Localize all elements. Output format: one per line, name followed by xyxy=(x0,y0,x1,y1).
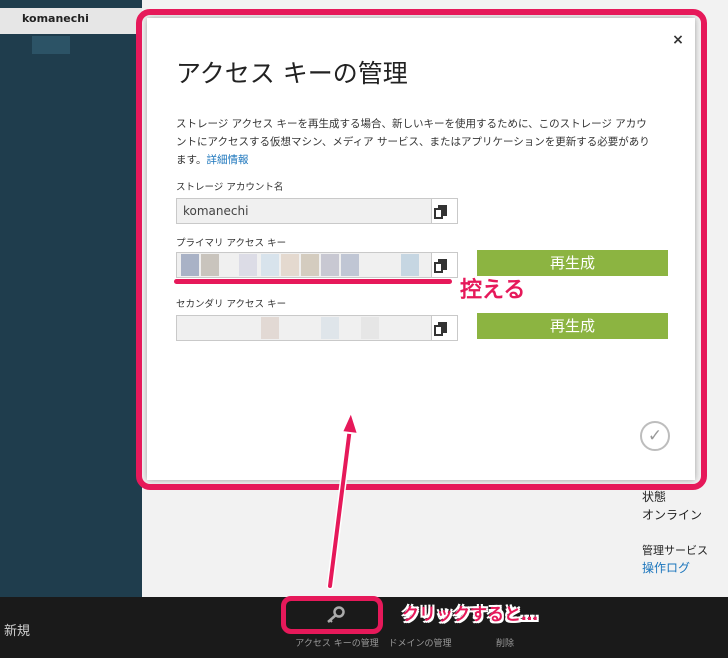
highlight-primary-key-underline xyxy=(174,279,452,284)
managed-services-label: 管理サービス xyxy=(642,544,708,557)
operation-log-link[interactable]: 操作ログ xyxy=(642,559,690,576)
manage-access-keys-button[interactable]: アクセス キーの管理 xyxy=(292,636,382,649)
annotation-copy-note: 控える xyxy=(460,278,526,303)
sidebar-blurred-thumbnail xyxy=(32,36,70,54)
sidebar-item-komanechi[interactable]: komanechi xyxy=(0,8,142,34)
highlight-access-key-button xyxy=(281,596,383,634)
annotation-click-note: クリックすると… xyxy=(402,605,538,625)
annotation-arrow xyxy=(326,410,360,590)
status-value: オンライン xyxy=(642,508,703,522)
manage-domain-button[interactable]: ドメインの管理 xyxy=(385,636,455,649)
status-label: 状態 xyxy=(642,490,667,504)
delete-button[interactable]: 削除 xyxy=(490,636,520,649)
new-button[interactable]: 新規 xyxy=(4,620,30,639)
sidebar xyxy=(0,0,142,597)
highlight-dialog-frame xyxy=(136,9,707,490)
